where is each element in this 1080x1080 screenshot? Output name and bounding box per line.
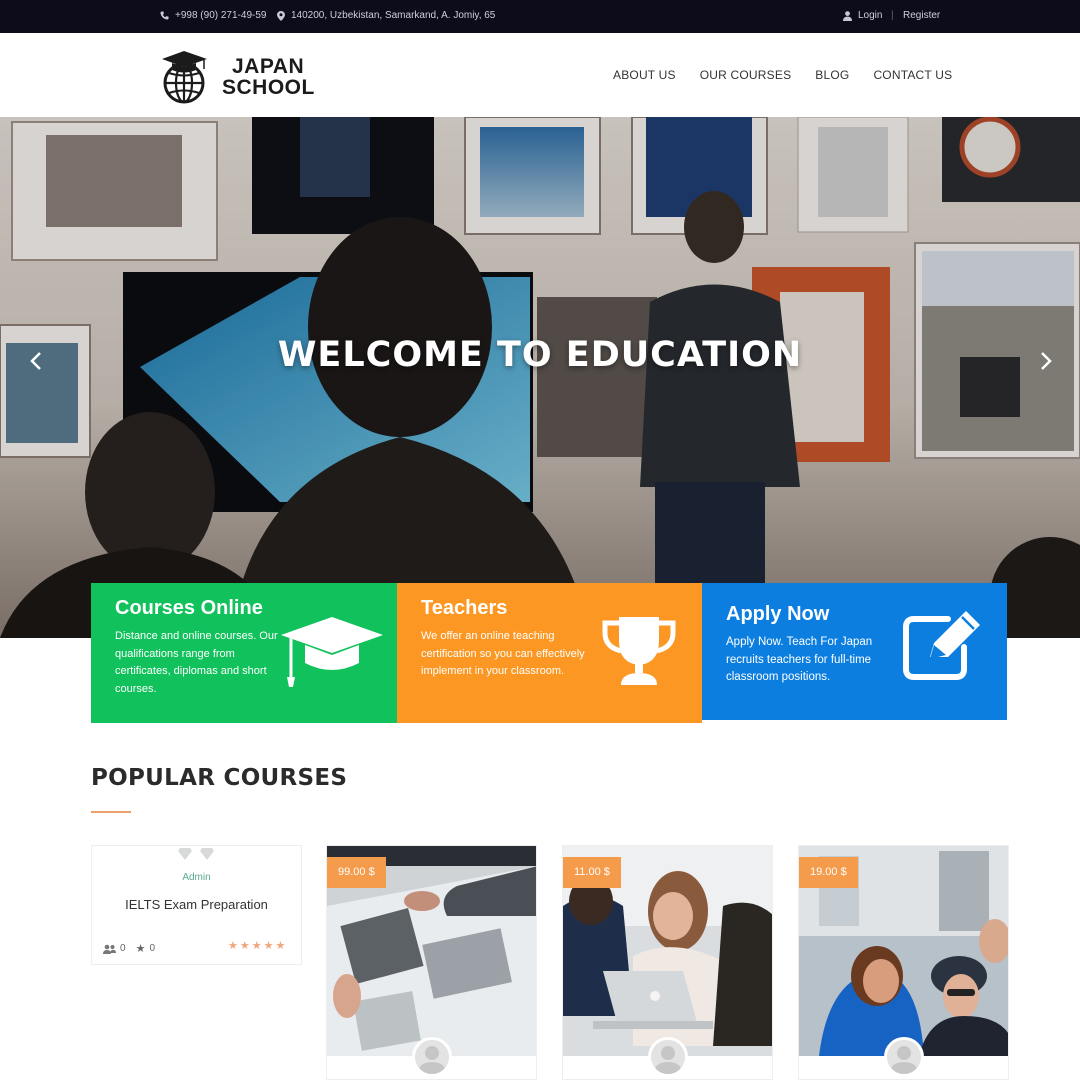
instructor-avatar[interactable] [412, 1037, 452, 1077]
ratings-count: ★ 0 [136, 942, 155, 955]
edit-icon [903, 611, 980, 680]
site-header: JAPAN SCHOOL ABOUT US OUR COURSES BLOG C… [0, 33, 1080, 117]
badge-icons [178, 848, 214, 860]
feature-teachers[interactable]: Teachers We offer an online teaching cer… [397, 583, 702, 723]
trophy-icon [602, 617, 676, 685]
course-author[interactable]: Admin [92, 872, 301, 883]
logo-line-2: SCHOOL [222, 76, 315, 99]
user-avatar-icon [651, 1040, 685, 1074]
star-icon: ★ [239, 940, 250, 952]
globe-graduation-cap-icon [162, 51, 207, 104]
diamond-icon [178, 848, 192, 860]
hero-background-image [0, 117, 1080, 638]
nav-about-us[interactable]: ABOUT US [613, 68, 676, 82]
login-link[interactable]: Login [843, 10, 882, 21]
course-card[interactable]: 99.00 $ [326, 845, 537, 1080]
diamond-icon [200, 848, 214, 860]
graduation-cap-icon [281, 617, 383, 687]
address: 140200, Uzbekistan, Samarkand, A. Jomiy,… [277, 10, 495, 21]
popular-courses-title: POPULAR COURSES [91, 765, 348, 791]
nav-blog[interactable]: BLOG [815, 68, 849, 82]
course-card[interactable]: 19.00 $ [798, 845, 1009, 1080]
feature-text: Apply Now. Teach For Japan recruits teac… [726, 636, 873, 683]
course-price-badge: 19.00 $ [799, 857, 858, 888]
user-icon [843, 10, 852, 21]
course-price-badge: 11.00 $ [563, 857, 621, 888]
hero-slider: WELCOME TO EDUCATION [0, 117, 1080, 638]
logo-text: JAPAN SCHOOL [222, 56, 315, 98]
feature-text: We offer an online teaching certificatio… [421, 630, 585, 677]
instructor-avatar[interactable] [648, 1037, 688, 1077]
logo[interactable]: JAPAN SCHOOL [160, 48, 330, 106]
topbar-separator: | [891, 10, 894, 21]
course-price-badge: 99.00 $ [327, 857, 386, 888]
star-icon: ★ [228, 940, 238, 952]
course-card[interactable]: 11.00 $ [562, 845, 773, 1080]
nav-contact-us[interactable]: CONTACT US [873, 68, 952, 82]
logo-line-1: JAPAN [232, 55, 305, 78]
course-name[interactable]: IELTS Exam Preparation [92, 897, 301, 912]
students-count: 0 [103, 943, 126, 954]
slider-next-button[interactable] [1034, 347, 1058, 375]
star-icon: ★ [263, 940, 274, 952]
star-icon: ★ [275, 940, 286, 952]
star-icon: ★ [135, 943, 146, 955]
hero-title: WELCOME TO EDUCATION [277, 335, 803, 375]
course-stats: 0 ★ 0 [103, 942, 155, 955]
course-card-ielts[interactable]: Admin IELTS Exam Preparation 0 ★ 0 ★ ★ ★… [91, 845, 302, 965]
feature-apply-now[interactable]: Apply Now Apply Now. Teach For Japan rec… [702, 583, 1007, 720]
user-avatar-icon [887, 1040, 921, 1074]
phone-icon [160, 11, 169, 20]
slider-prev-button[interactable] [24, 347, 48, 375]
user-avatar-icon [415, 1040, 449, 1074]
star-icon: ★ [251, 940, 262, 952]
title-underline [91, 811, 131, 813]
instructor-avatar[interactable] [884, 1037, 924, 1077]
phone-contact: +998 (90) 271-49-59 [160, 10, 266, 21]
chevron-left-icon [30, 352, 41, 370]
rating-stars: ★ ★ ★ ★ ★ [228, 941, 285, 952]
users-icon [103, 944, 116, 954]
nav-our-courses[interactable]: OUR COURSES [700, 68, 792, 82]
top-bar: +998 (90) 271-49-59 140200, Uzbekistan, … [0, 0, 1080, 33]
feature-boxes: Courses Online Distance and online cours… [91, 583, 1007, 723]
address-text: 140200, Uzbekistan, Samarkand, A. Jomiy,… [291, 10, 496, 21]
phone-number: +998 (90) 271-49-59 [175, 10, 267, 21]
login-label[interactable]: Login [858, 10, 882, 21]
students-value: 0 [120, 943, 126, 954]
main-nav: ABOUT US OUR COURSES BLOG CONTACT US [613, 68, 952, 82]
feature-courses-online[interactable]: Courses Online Distance and online cours… [91, 583, 397, 723]
chevron-right-icon [1041, 352, 1052, 370]
feature-text: Distance and online courses. Our qualifi… [115, 630, 278, 695]
register-link[interactable]: Register [903, 10, 940, 21]
ratings-value: 0 [149, 943, 155, 954]
map-marker-icon [277, 10, 285, 21]
